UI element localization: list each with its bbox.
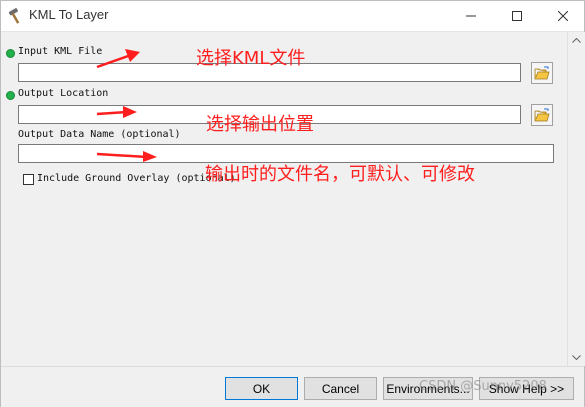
close-button[interactable] <box>545 1 581 31</box>
cancel-button[interactable]: Cancel <box>304 377 377 400</box>
watermark: CSDN @Sunny5208 <box>419 379 547 394</box>
scroll-down-button[interactable] <box>568 349 585 366</box>
kml-to-layer-dialog: KML To Layer Input KML File Output Locat… <box>0 0 585 407</box>
open-folder-icon <box>534 66 550 80</box>
title-bar: KML To Layer <box>1 1 584 32</box>
maximize-icon <box>512 11 522 21</box>
required-indicator <box>6 49 15 58</box>
browse-location-button[interactable] <box>531 104 553 126</box>
hammer-icon <box>7 7 25 25</box>
annotation-arrow <box>96 49 140 69</box>
chevron-up-icon <box>572 38 581 43</box>
annotation-select-location: 选择输出位置 <box>206 114 314 135</box>
open-folder-icon <box>534 108 550 122</box>
browse-kml-button[interactable] <box>531 62 553 84</box>
annotation-select-kml: 选择KML文件 <box>196 48 306 69</box>
output-location-label: Output Location <box>18 88 109 99</box>
chevron-down-icon <box>572 355 581 360</box>
annotation-arrow <box>96 151 157 162</box>
maximize-button[interactable] <box>499 1 535 31</box>
parameters-panel: Input KML File Output Location Output Da… <box>1 32 567 366</box>
minimize-icon <box>466 15 476 17</box>
ok-button[interactable]: OK <box>225 377 298 400</box>
output-name-label: Output Data Name (optional) <box>18 129 181 140</box>
input-kml-label: Input KML File <box>18 46 103 57</box>
minimize-button[interactable] <box>453 1 489 31</box>
window-title: KML To Layer <box>29 7 109 22</box>
annotation-arrow <box>96 106 137 118</box>
close-icon <box>558 11 568 21</box>
vertical-scrollbar[interactable] <box>567 32 585 366</box>
annotation-output-name: 输出时的文件名，可默认、可修改 <box>205 164 475 185</box>
required-indicator <box>6 91 15 100</box>
ground-overlay-checkbox[interactable] <box>23 174 34 185</box>
scroll-up-button[interactable] <box>568 32 585 49</box>
